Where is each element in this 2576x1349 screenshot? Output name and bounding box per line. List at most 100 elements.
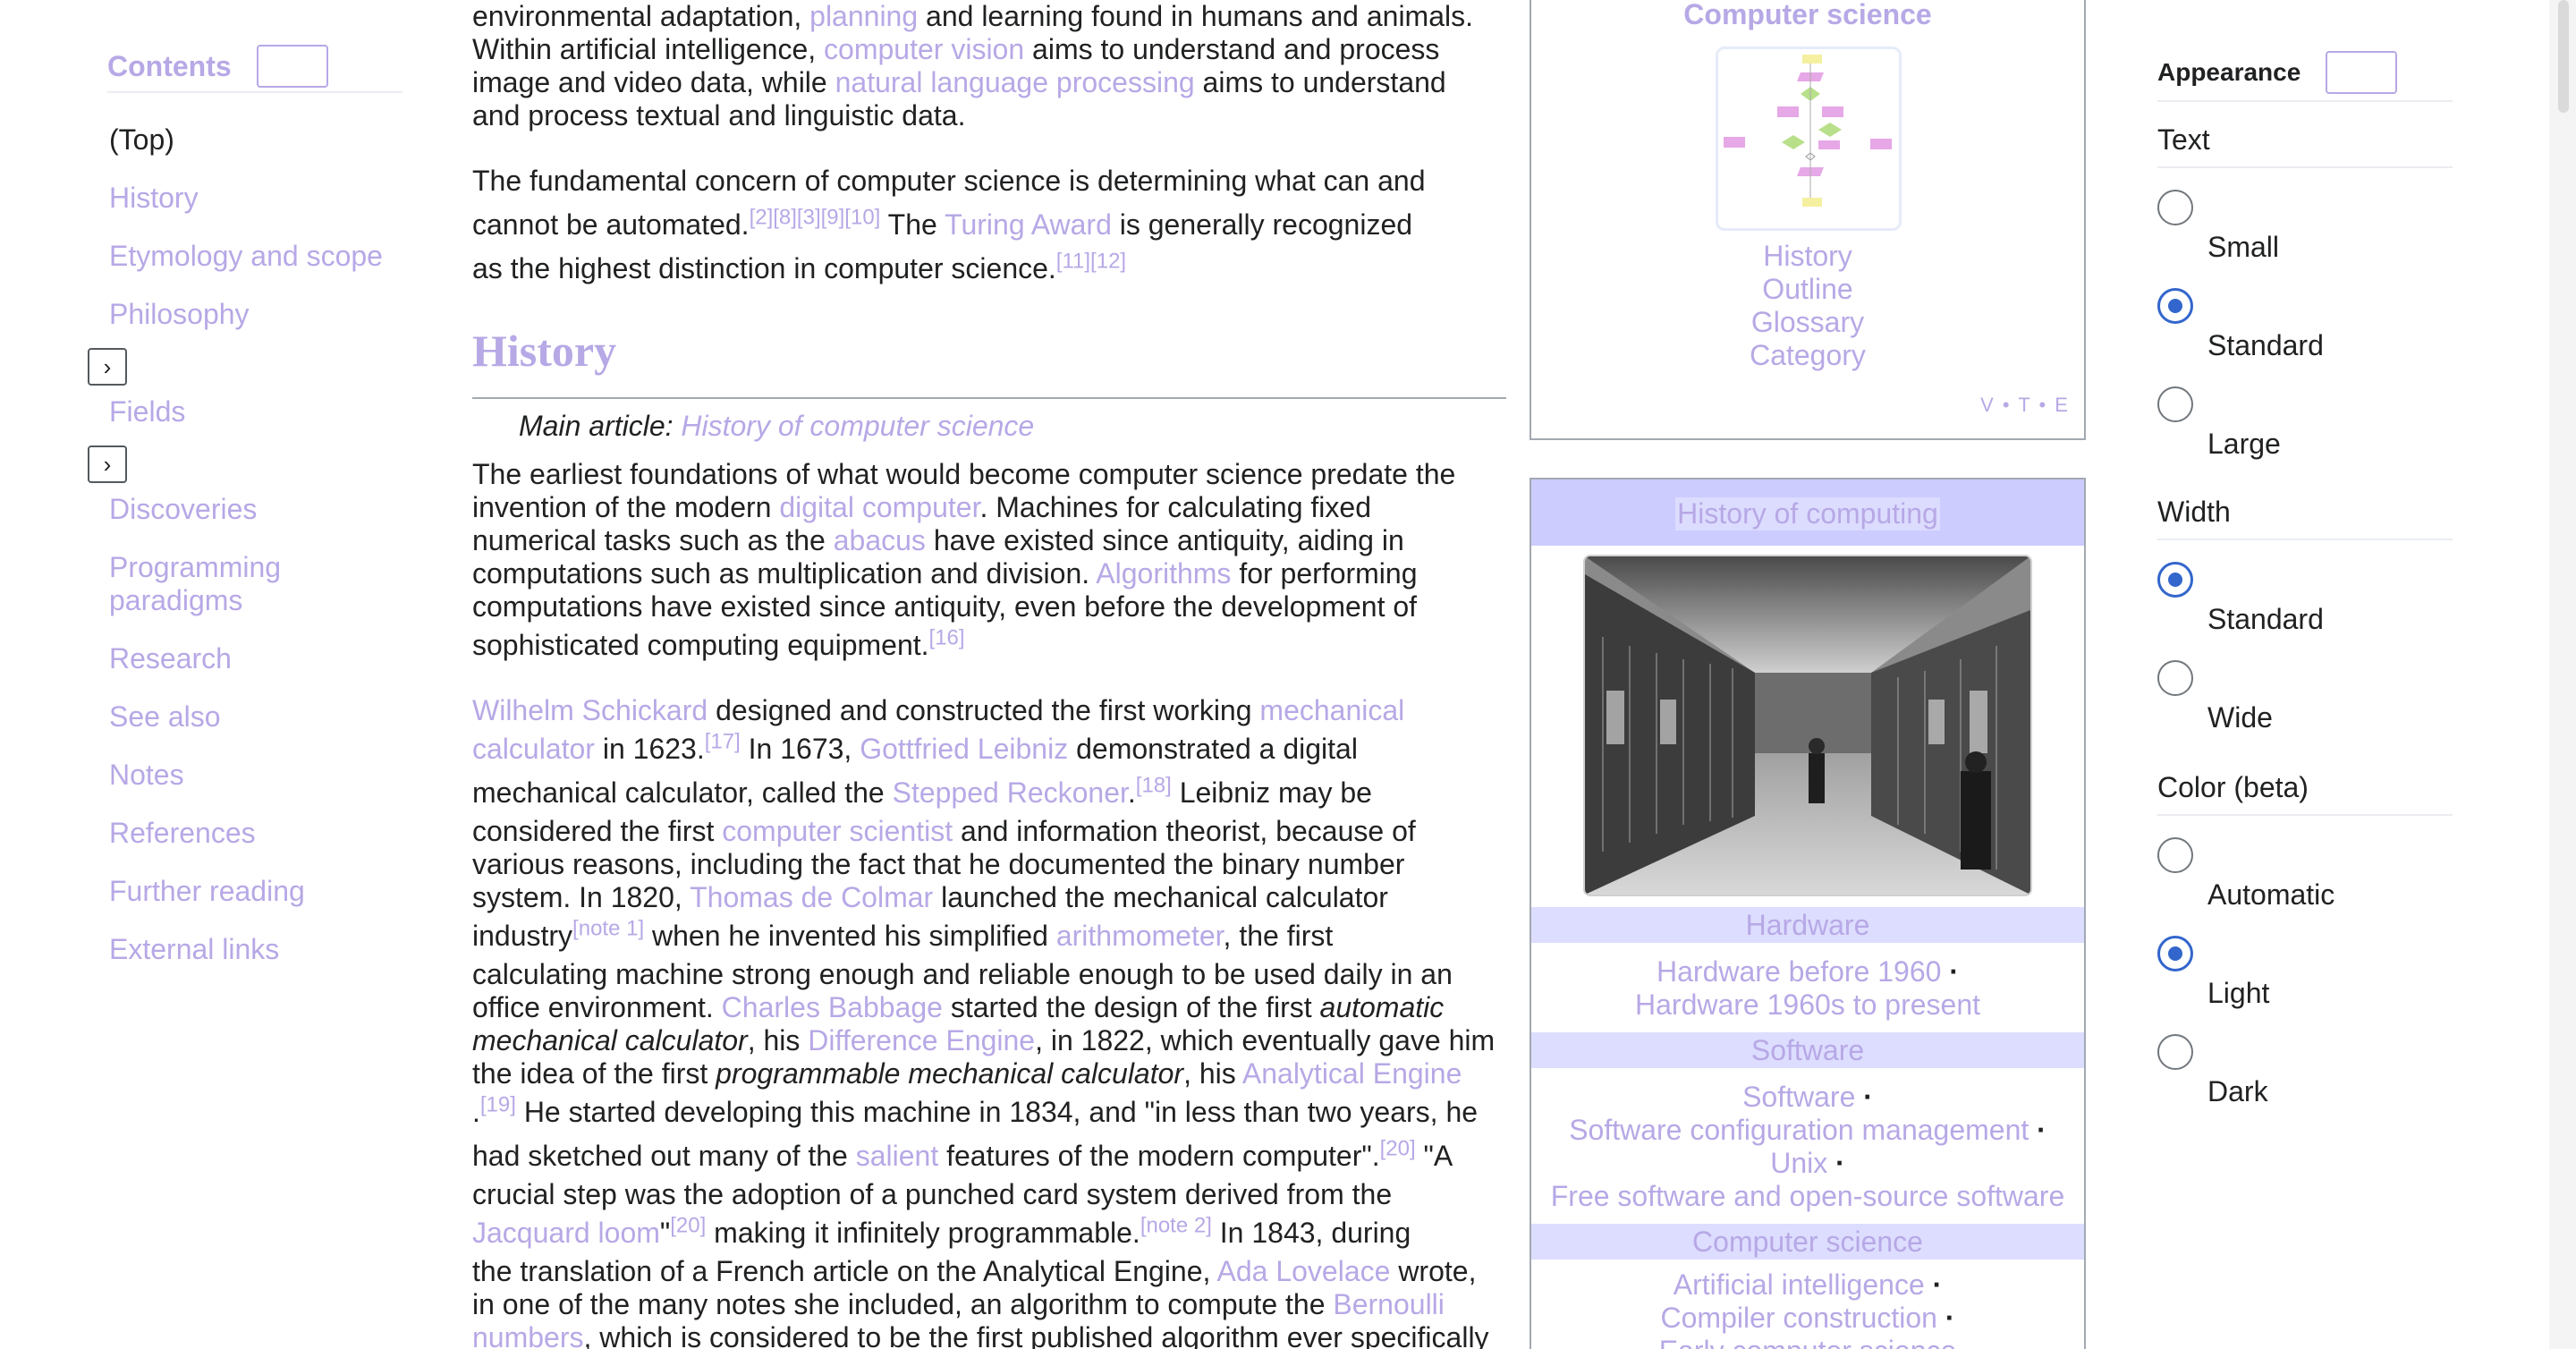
scrollbar-thumb[interactable] [2558, 0, 2569, 113]
radio-width-standard[interactable] [2157, 562, 2193, 598]
toc-item-history[interactable]: History [109, 182, 199, 215]
label-color-light[interactable]: Light [2207, 977, 2269, 1010]
citation[interactable]: [18] [1136, 773, 1172, 797]
link-digital-computer[interactable]: digital computer [779, 491, 979, 523]
link-software[interactable]: Software [1742, 1081, 1855, 1113]
toc-toggle-discoveries[interactable]: › [88, 445, 127, 483]
text: computations such as multiplication and … [472, 557, 1097, 590]
navbox-link-outline[interactable]: Outline [1531, 273, 2084, 306]
label-color-dark[interactable]: Dark [2207, 1075, 2268, 1108]
navbox-row: Hardware before 1960 · [1531, 955, 2084, 988]
link-algorithms[interactable]: Algorithms [1096, 557, 1231, 590]
toc-item-philosophy[interactable]: Philosophy [109, 298, 250, 331]
link-mechanical-calculator[interactable]: mechanical [1259, 694, 1404, 726]
link-wilhelm-schickard[interactable]: Wilhelm Schickard [472, 694, 708, 726]
citation[interactable]: [2][8][3][9][10] [750, 205, 881, 229]
footnote[interactable]: [note 1] [572, 916, 644, 940]
link-bernoulli-numbers[interactable]: numbers [472, 1321, 584, 1349]
text: and learning found in humans and animals… [918, 0, 1473, 32]
link-gottfried-leibniz[interactable]: Gottfried Leibniz [860, 733, 1068, 765]
navbox-link-glossary[interactable]: Glossary [1531, 306, 2084, 339]
link-hardware-before-1960[interactable]: Hardware before 1960 [1657, 955, 1941, 988]
appearance-hide-button[interactable] [2326, 51, 2398, 94]
text: have existed since antiquity, aiding in [925, 524, 1404, 556]
link-history-of-computer-science[interactable]: History of computer science [681, 410, 1034, 442]
link-computer-vision[interactable]: computer vision [824, 33, 1024, 65]
link-computer-scientist[interactable]: computer scientist [722, 815, 953, 847]
toc-item-references[interactable]: References [109, 817, 256, 850]
citation[interactable]: [20] [670, 1213, 706, 1237]
link-difference-engine[interactable]: Difference Engine [808, 1024, 1035, 1056]
navbox-link-category[interactable]: Category [1531, 339, 2084, 372]
link-charles-babbage[interactable]: Charles Babbage [722, 991, 943, 1023]
citation[interactable]: [16] [929, 625, 965, 649]
radio-width-wide[interactable] [2157, 660, 2193, 696]
link-arithmometer[interactable]: arithmometer [1056, 920, 1224, 952]
link-turing-award[interactable]: Turing Award [945, 208, 1112, 241]
text: computations have existed since antiquit… [472, 590, 1418, 623]
text: invention of the modern [472, 491, 780, 523]
toc-hide-button[interactable] [256, 45, 328, 88]
text: launched the mechanical calculator [933, 881, 1388, 913]
link-abacus[interactable]: abacus [834, 524, 926, 556]
toc-item-fields[interactable]: Fields [109, 395, 185, 428]
label-text-large[interactable]: Large [2207, 428, 2281, 461]
toc-item-see-also[interactable]: See also [109, 700, 221, 734]
radio-text-large[interactable] [2157, 386, 2193, 422]
toc-item-notes[interactable]: Notes [109, 759, 184, 792]
label-text-small[interactable]: Small [2207, 231, 2279, 264]
link-unix[interactable]: Unix [1770, 1147, 1827, 1179]
label-text-standard[interactable]: Standard [2207, 329, 2324, 362]
citation[interactable]: [20] [1380, 1136, 1416, 1160]
vte-links[interactable]: V • T • E [1980, 394, 2070, 417]
navbox-title-link[interactable]: History of computing [1675, 497, 1940, 530]
link-artificial-intelligence[interactable]: Artificial intelligence [1674, 1268, 1925, 1301]
link-thomas-de-colmar[interactable]: Thomas de Colmar [690, 881, 933, 913]
toc-item-external-links[interactable]: External links [109, 933, 279, 966]
group-header-hardware[interactable]: Hardware [1531, 907, 2084, 943]
label-color-automatic[interactable]: Automatic [2207, 878, 2334, 912]
toc-toggle-fields[interactable]: › [88, 348, 127, 386]
navbox-title[interactable]: Computer science [1531, 0, 2084, 31]
eniac-photo[interactable] [1583, 555, 2032, 896]
link-analytical-engine[interactable]: Analytical Engine [1242, 1057, 1462, 1090]
toc-item-top[interactable]: (Top) [109, 123, 174, 157]
text: , the first [1223, 920, 1334, 952]
toc-item-research[interactable]: Research [109, 642, 232, 675]
link-compiler-construction[interactable]: Compiler construction [1661, 1302, 1937, 1334]
link-early-computer-science[interactable]: Early computer science [1659, 1335, 1957, 1349]
link-mechanical-calculator[interactable]: calculator [472, 733, 595, 765]
page-scrollbar[interactable] [2549, 0, 2576, 1349]
radio-color-automatic[interactable] [2157, 837, 2193, 873]
citation[interactable]: [17] [705, 729, 741, 753]
link-jacquard-loom[interactable]: Jacquard loom [472, 1217, 660, 1249]
flowchart-image[interactable] [1716, 47, 1902, 231]
link-hardware-1960s-to-present[interactable]: Hardware 1960s to present [1635, 988, 1980, 1021]
citation[interactable]: [19] [480, 1092, 516, 1116]
group-header-software[interactable]: Software [1531, 1032, 2084, 1068]
label-width-standard[interactable]: Standard [2207, 603, 2324, 636]
toc-item-etymology-and-scope[interactable]: Etymology and scope [109, 240, 383, 273]
link-planning[interactable]: planning [809, 0, 918, 32]
toc-item-discoveries[interactable]: Discoveries [109, 493, 257, 526]
radio-color-light[interactable] [2157, 936, 2193, 971]
link-natural-language-processing[interactable]: natural language processing [835, 66, 1195, 98]
label-width-wide[interactable]: Wide [2207, 701, 2273, 734]
toc-item-further-reading[interactable]: Further reading [109, 875, 305, 908]
link-bernoulli-numbers[interactable]: Bernoulli [1333, 1288, 1445, 1320]
link-ada-lovelace[interactable]: Ada Lovelace [1217, 1255, 1391, 1287]
link-software-configuration-management[interactable]: Software configuration management [1569, 1114, 2029, 1146]
citation[interactable]: [11][12] [1056, 249, 1126, 273]
radio-color-dark[interactable] [2157, 1034, 2193, 1070]
text: , in 1822, which eventually gave him [1035, 1024, 1496, 1056]
link-salient[interactable]: salient [856, 1140, 939, 1172]
radio-text-small[interactable] [2157, 190, 2193, 225]
group-header-computer-science[interactable]: Computer science [1531, 1224, 2084, 1260]
link-stepped-reckoner[interactable]: Stepped Reckoner [893, 776, 1128, 809]
radio-text-standard[interactable] [2157, 288, 2193, 324]
navbox-title: History of computing [1531, 479, 2084, 546]
navbox-link-history[interactable]: History [1531, 240, 2084, 273]
toc-item-programming-paradigms[interactable]: Programming paradigms [109, 551, 360, 617]
link-free-software[interactable]: Free software and open-source software [1551, 1180, 2065, 1212]
footnote[interactable]: [note 2] [1140, 1213, 1212, 1237]
